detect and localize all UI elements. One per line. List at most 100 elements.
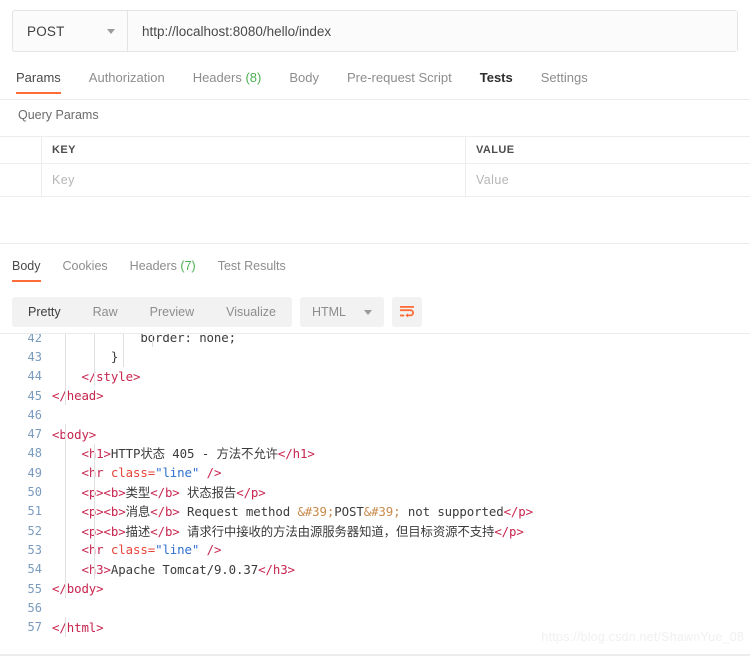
column-header-value: VALUE bbox=[476, 144, 515, 156]
code-line: 45 </head> bbox=[0, 385, 750, 406]
response-view-toolbar: Pretty Raw Preview Visualize HTML bbox=[12, 297, 422, 327]
response-tab-cookies[interactable]: Cookies bbox=[63, 255, 108, 282]
line-number: 53 bbox=[27, 542, 42, 557]
tab-pre-request-script[interactable]: Pre-request Script bbox=[347, 66, 452, 94]
request-url-bar: POST http://localhost:8080/hello/index bbox=[12, 10, 738, 52]
code-line: 49 <hr class="line" /> bbox=[0, 463, 750, 483]
indent-guide bbox=[65, 559, 66, 579]
indent-guide bbox=[94, 520, 95, 541]
chevron-down-icon bbox=[363, 309, 372, 315]
word-wrap-button[interactable] bbox=[391, 297, 422, 327]
indent-guide bbox=[94, 366, 95, 386]
code-text: } bbox=[52, 349, 119, 365]
indent-guide bbox=[65, 443, 66, 464]
code-text: <h1>HTTP状态 405 - 方法不允许</h1> bbox=[81, 446, 315, 462]
tab-pre-request-script-label: Pre-request Script bbox=[346, 70, 452, 85]
header-checkbox-cell bbox=[0, 137, 42, 163]
indent-guide bbox=[94, 347, 95, 367]
indent-guide bbox=[94, 443, 95, 464]
tab-params[interactable]: Params bbox=[16, 66, 61, 94]
indent-guide bbox=[65, 482, 66, 502]
code-line: 52 <p><b>描述</b> 请求行中接收的方法由源服务器知道，但目标资源不支… bbox=[0, 520, 750, 541]
line-number: 47 bbox=[27, 427, 42, 442]
url-input[interactable]: http://localhost:8080/hello/index bbox=[128, 11, 737, 51]
tab-headers[interactable]: Headers (8) bbox=[193, 66, 262, 94]
response-tab-bar: Body Cookies Headers (7) Test Results bbox=[0, 255, 750, 285]
query-params-title: Query Params bbox=[18, 108, 99, 122]
code-line: 55 </body> bbox=[0, 578, 750, 599]
code-line: 54 <h3>Apache Tomcat/9.0.37</h3> bbox=[0, 559, 750, 579]
indent-guide bbox=[94, 501, 95, 521]
view-mode-raw[interactable]: Raw bbox=[77, 297, 134, 327]
response-headers-count-badge: (7) bbox=[180, 259, 196, 273]
code-text: <p><b>描述</b> 请求行中接收的方法由源服务器知道，但目标资源不支持</… bbox=[81, 523, 524, 539]
code-text: <hr class="line" /> bbox=[81, 465, 222, 481]
indent-guide bbox=[94, 559, 95, 579]
indent-guide bbox=[65, 463, 66, 483]
view-mode-pretty[interactable]: Pretty bbox=[12, 297, 77, 327]
view-mode-preview[interactable]: Preview bbox=[134, 297, 210, 327]
param-key-input[interactable]: Key bbox=[42, 164, 466, 196]
code-text: <hr class="line" /> bbox=[81, 542, 222, 558]
line-number: 46 bbox=[27, 407, 42, 422]
indent-guide bbox=[123, 334, 124, 348]
indent-guide bbox=[65, 617, 66, 637]
response-tab-headers-label: Headers bbox=[129, 259, 177, 273]
code-text: <h3>Apache Tomcat/9.0.37</h3> bbox=[81, 561, 295, 577]
response-tab-body[interactable]: Body bbox=[12, 255, 41, 282]
indent-guide bbox=[65, 347, 66, 367]
code-text: </head> bbox=[52, 388, 104, 404]
tab-body[interactable]: Body bbox=[289, 66, 319, 94]
indent-guide bbox=[65, 540, 66, 560]
line-number: 52 bbox=[27, 523, 42, 538]
line-number: 50 bbox=[27, 485, 42, 500]
line-number: 51 bbox=[27, 504, 42, 519]
line-number: 44 bbox=[27, 369, 42, 384]
postman-window: POST http://localhost:8080/hello/index P… bbox=[0, 0, 750, 656]
code-line: 43 } bbox=[0, 347, 750, 367]
request-tab-bar: Params Authorization Headers (8) Body Pr… bbox=[0, 66, 750, 100]
tab-settings-label: Settings bbox=[540, 70, 588, 85]
tab-tests-label: Tests bbox=[479, 70, 513, 85]
param-value-input[interactable]: Value bbox=[466, 164, 750, 196]
tab-authorization[interactable]: Authorization bbox=[89, 66, 165, 94]
indent-guide bbox=[94, 463, 95, 483]
code-line: 56 bbox=[0, 598, 750, 617]
view-mode-visualize[interactable]: Visualize bbox=[210, 297, 292, 327]
column-header-key: KEY bbox=[42, 137, 466, 163]
indent-guide bbox=[65, 366, 66, 386]
indent-guide bbox=[152, 334, 153, 348]
code-line: 50 <p><b>类型</b> 状态报告</p> bbox=[0, 482, 750, 502]
code-text: </body> bbox=[52, 581, 104, 596]
tab-params-label: Params bbox=[16, 70, 61, 85]
line-number: 48 bbox=[27, 446, 42, 461]
code-text: </html> bbox=[52, 619, 104, 635]
indent-guide bbox=[65, 385, 66, 406]
response-tab-headers[interactable]: Headers (7) bbox=[130, 255, 196, 282]
http-method-label: POST bbox=[27, 23, 65, 39]
row-checkbox-cell[interactable] bbox=[0, 164, 42, 196]
code-text: <p><b>类型</b> 状态报告</p> bbox=[81, 485, 266, 501]
response-section-divider bbox=[0, 243, 750, 244]
code-line: 42 border: none; bbox=[0, 334, 750, 348]
tab-headers-label: Headers bbox=[192, 70, 242, 85]
code-text: border: none; bbox=[52, 334, 236, 346]
language-dropdown[interactable]: HTML bbox=[299, 297, 384, 327]
code-line: 48 <h1>HTTP状态 405 - 方法不允许</h1> bbox=[0, 443, 750, 464]
query-params-table: KEY VALUE Key Value bbox=[0, 136, 750, 197]
line-number: 45 bbox=[27, 388, 42, 403]
code-line: 44 </style> bbox=[0, 366, 750, 386]
tab-settings[interactable]: Settings bbox=[541, 66, 588, 94]
code-line: 46 bbox=[0, 405, 750, 424]
response-body-code-viewer[interactable]: 42 border: none; 43 } 44 </style> 45 </head>… bbox=[0, 334, 750, 642]
line-number: 43 bbox=[27, 349, 42, 364]
response-tab-test-results[interactable]: Test Results bbox=[218, 255, 286, 282]
response-tab-body-label: Body bbox=[12, 259, 41, 273]
indent-guide bbox=[123, 347, 124, 367]
http-method-dropdown[interactable]: POST bbox=[13, 11, 128, 51]
tab-tests[interactable]: Tests bbox=[480, 66, 513, 94]
headers-count-badge: (8) bbox=[245, 70, 262, 85]
indent-guide bbox=[65, 424, 66, 444]
line-number: 57 bbox=[27, 620, 42, 635]
chevron-down-icon bbox=[107, 28, 115, 34]
